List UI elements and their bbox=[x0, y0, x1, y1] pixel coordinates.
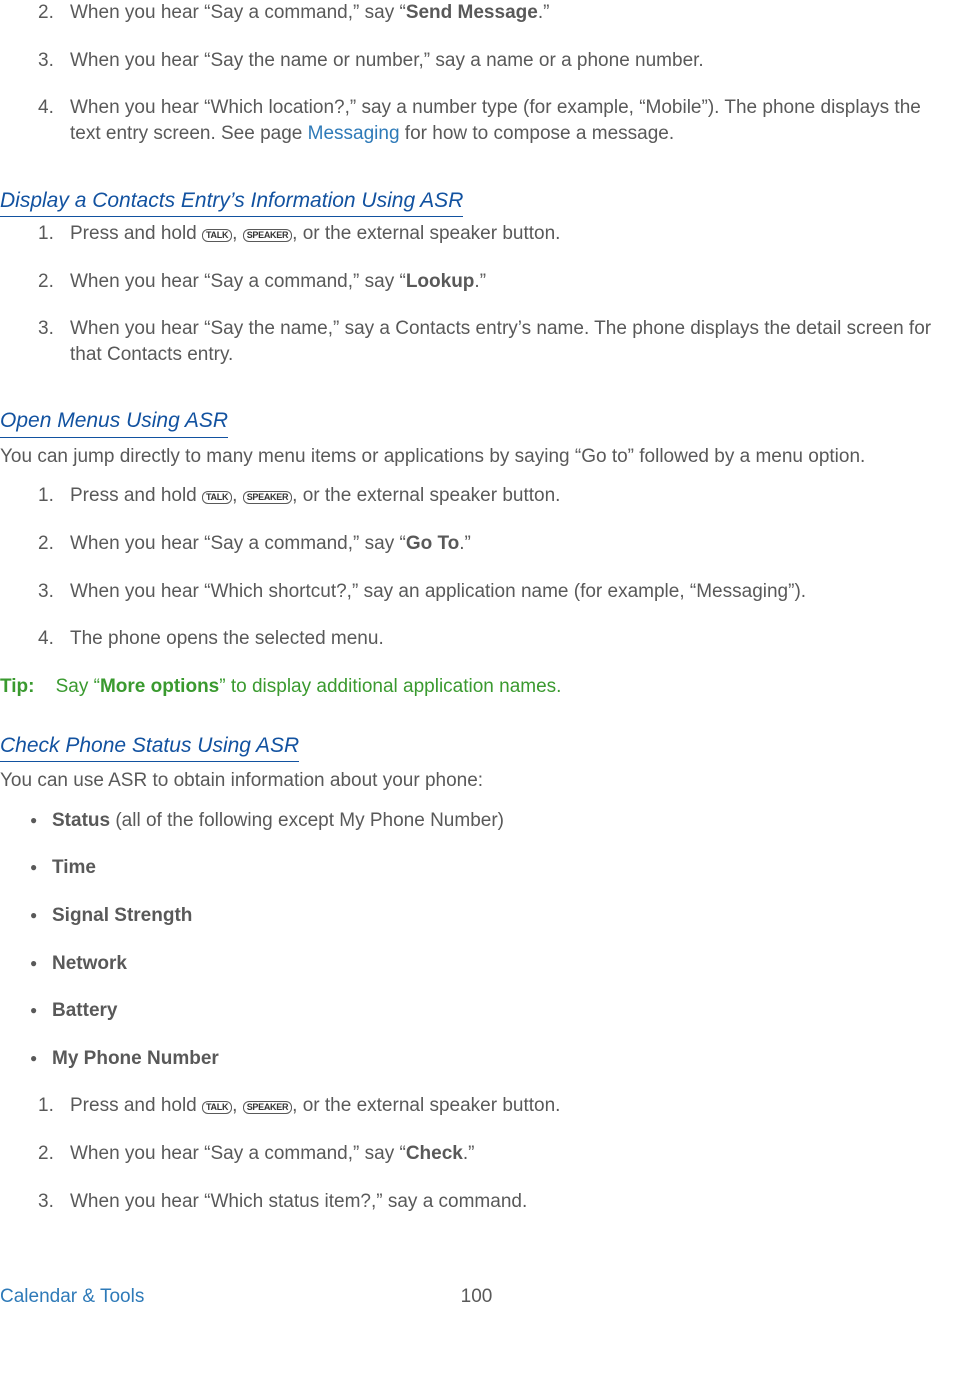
steps-list: 2. When you hear “Say a command,” say “S… bbox=[0, 0, 953, 147]
step-text: When you hear “Which shortcut?,” say an … bbox=[70, 581, 806, 602]
step-number: 2. bbox=[38, 1141, 54, 1167]
step-number: 2. bbox=[38, 0, 54, 26]
talk-key-icon: TALK bbox=[202, 491, 232, 504]
step-text: When you hear “Say a command,” say “Go T… bbox=[70, 533, 471, 554]
tip-line: Tip: Say “More options” to display addit… bbox=[0, 674, 953, 700]
step-number: 3. bbox=[38, 579, 54, 605]
step-text: When you hear “Say a command,” say “Look… bbox=[70, 271, 486, 292]
talk-key-icon: TALK bbox=[202, 1101, 232, 1114]
step-number: 4. bbox=[38, 626, 54, 652]
list-item: 4. When you hear “Which location?,” say … bbox=[70, 95, 953, 146]
list-item: 1. Press and hold TALK, SPEAKER, or the … bbox=[70, 483, 953, 509]
list-item: Time bbox=[52, 855, 953, 881]
step-text: Press and hold TALK, SPEAKER, or the ext… bbox=[70, 485, 560, 506]
page-footer: Calendar & Tools 100 bbox=[0, 1284, 953, 1314]
step-text: When you hear “Say the name,” say a Cont… bbox=[70, 318, 931, 365]
step-number: 2. bbox=[38, 269, 54, 295]
step-number: 3. bbox=[38, 1189, 54, 1215]
list-item: 3. When you hear “Which shortcut?,” say … bbox=[70, 579, 953, 605]
heading-display-contacts: Display a Contacts Entry’s Information U… bbox=[0, 187, 463, 217]
list-item: 3. When you hear “Say the name or number… bbox=[70, 48, 953, 74]
list-item: 4. The phone opens the selected menu. bbox=[70, 626, 953, 652]
intro-text: You can jump directly to many menu items… bbox=[0, 444, 953, 470]
speaker-key-icon: SPEAKER bbox=[243, 1101, 292, 1114]
step-number: 3. bbox=[38, 48, 54, 74]
list-item: Signal Strength bbox=[52, 903, 953, 929]
list-item: 2. When you hear “Say a command,” say “C… bbox=[70, 1141, 953, 1167]
intro-text: You can use ASR to obtain information ab… bbox=[0, 768, 953, 794]
list-item: My Phone Number bbox=[52, 1046, 953, 1072]
step-number: 3. bbox=[38, 316, 54, 342]
list-item: 2. When you hear “Say a command,” say “G… bbox=[70, 531, 953, 557]
steps-list: 1. Press and hold TALK, SPEAKER, or the … bbox=[0, 221, 953, 368]
heading-check-status: Check Phone Status Using ASR bbox=[0, 732, 299, 762]
step-number: 4. bbox=[38, 95, 54, 121]
list-item: 3. When you hear “Which status item?,” s… bbox=[70, 1189, 953, 1215]
footer-page-number: 100 bbox=[461, 1284, 493, 1310]
status-bullets: Status (all of the following except My P… bbox=[0, 808, 953, 1072]
list-item: 2. When you hear “Say a command,” say “S… bbox=[70, 0, 953, 26]
list-item: 2. When you hear “Say a command,” say “L… bbox=[70, 269, 953, 295]
talk-key-icon: TALK bbox=[202, 229, 232, 242]
step-number: 2. bbox=[38, 531, 54, 557]
step-text: When you hear “Which location?,” say a n… bbox=[70, 97, 921, 144]
list-item: 1. Press and hold TALK, SPEAKER, or the … bbox=[70, 221, 953, 247]
step-number: 1. bbox=[38, 221, 54, 247]
tip-label: Tip: bbox=[0, 676, 34, 697]
step-text: When you hear “Say a command,” say “Send… bbox=[70, 2, 549, 23]
step-text: When you hear “Say the name or number,” … bbox=[70, 50, 704, 71]
list-item: Battery bbox=[52, 998, 953, 1024]
speaker-key-icon: SPEAKER bbox=[243, 229, 292, 242]
steps-list: 1. Press and hold TALK, SPEAKER, or the … bbox=[0, 483, 953, 652]
step-text: Press and hold TALK, SPEAKER, or the ext… bbox=[70, 1095, 560, 1116]
footer-section-name: Calendar & Tools bbox=[0, 1284, 144, 1310]
speaker-key-icon: SPEAKER bbox=[243, 491, 292, 504]
step-text: The phone opens the selected menu. bbox=[70, 628, 384, 649]
step-text: When you hear “Say a command,” say “Chec… bbox=[70, 1143, 474, 1164]
step-number: 1. bbox=[38, 1093, 54, 1119]
steps-list: 1. Press and hold TALK, SPEAKER, or the … bbox=[0, 1093, 953, 1214]
list-item: 3. When you hear “Say the name,” say a C… bbox=[70, 316, 953, 367]
list-item: 1. Press and hold TALK, SPEAKER, or the … bbox=[70, 1093, 953, 1119]
heading-open-menus: Open Menus Using ASR bbox=[0, 407, 228, 437]
step-text: When you hear “Which status item?,” say … bbox=[70, 1191, 527, 1212]
list-item: Status (all of the following except My P… bbox=[52, 808, 953, 834]
messaging-link[interactable]: Messaging bbox=[308, 123, 400, 144]
step-text: Press and hold TALK, SPEAKER, or the ext… bbox=[70, 223, 560, 244]
list-item: Network bbox=[52, 951, 953, 977]
step-number: 1. bbox=[38, 483, 54, 509]
